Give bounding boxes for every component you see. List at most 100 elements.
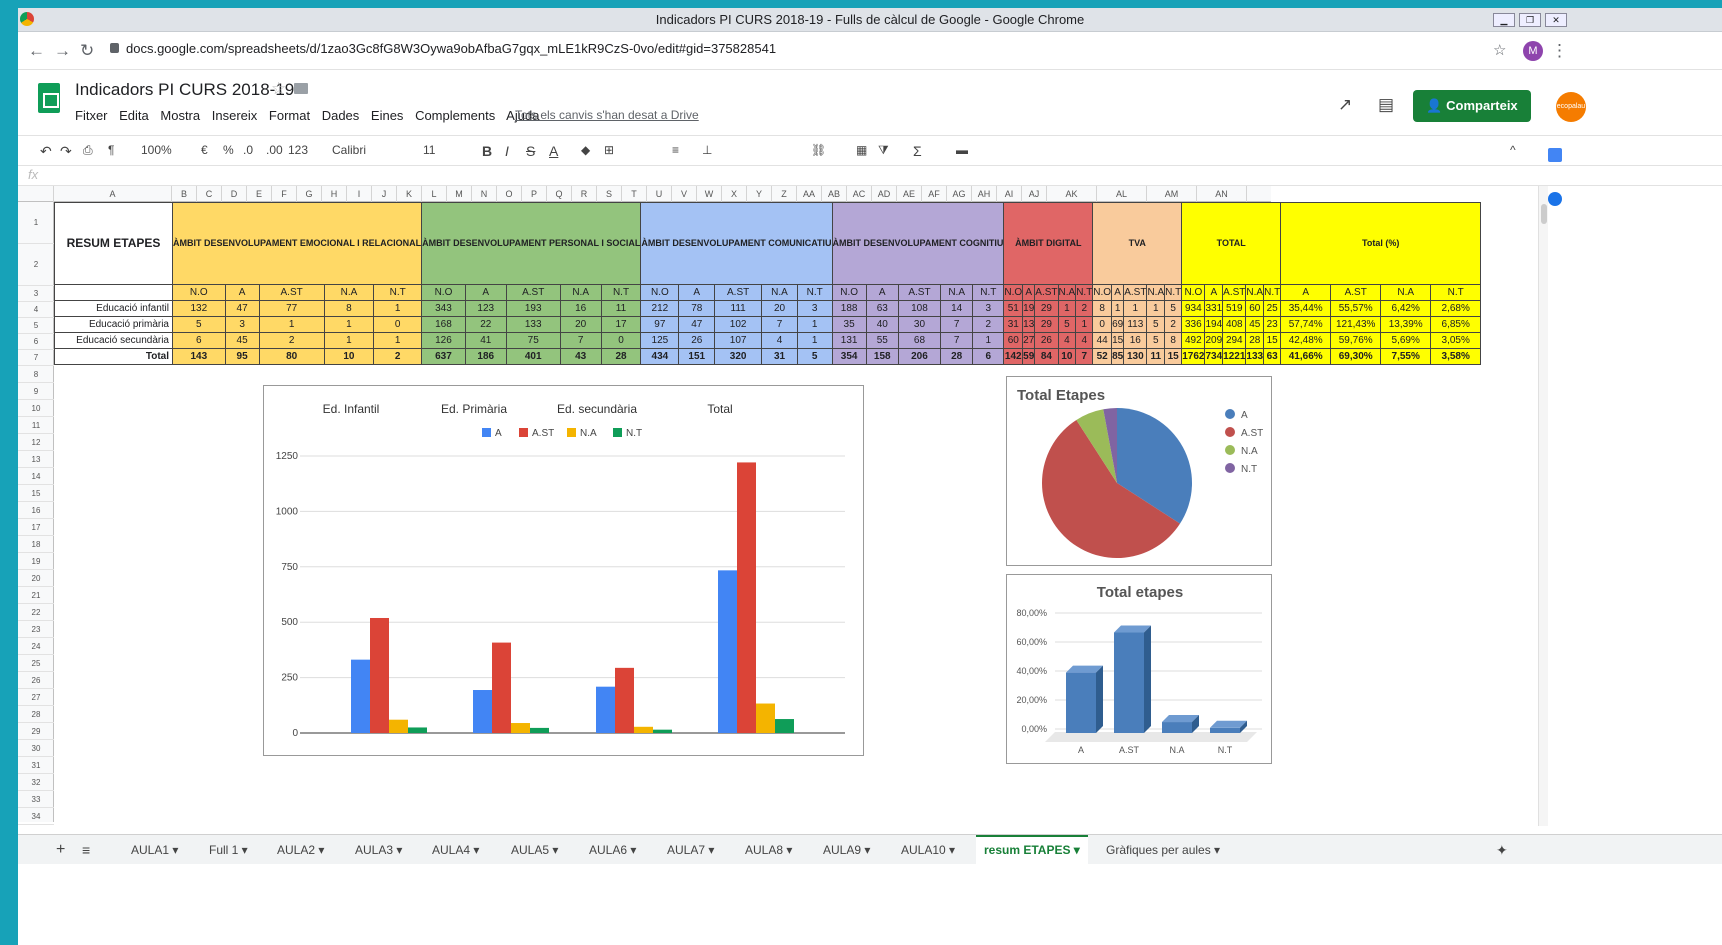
data-cell[interactable]: 84: [1034, 348, 1059, 365]
data-cell[interactable]: 40: [865, 316, 899, 333]
column-header[interactable]: Z: [772, 186, 797, 202]
sheets-logo-icon[interactable]: [38, 83, 60, 113]
collapse-icon[interactable]: ^: [1510, 143, 1516, 157]
column-header[interactable]: K: [397, 186, 422, 202]
row-header[interactable]: 27: [18, 689, 54, 706]
folder-icon[interactable]: [294, 83, 308, 94]
column-header[interactable]: J: [372, 186, 397, 202]
data-cell[interactable]: 85: [1111, 348, 1125, 365]
subheader-cell[interactable]: A.ST: [1222, 284, 1247, 301]
data-cell[interactable]: 30: [897, 316, 942, 333]
row-header[interactable]: 31: [18, 757, 54, 774]
data-cell[interactable]: 401: [505, 348, 561, 365]
subheader-cell[interactable]: N.O: [1003, 284, 1024, 301]
data-cell[interactable]: 28: [940, 348, 974, 365]
sheet-tab[interactable]: AULA9 ▾: [815, 835, 878, 865]
row-header[interactable]: 18: [18, 536, 54, 553]
vertical-scrollbar[interactable]: [1538, 186, 1548, 826]
fill-color-icon[interactable]: ◆: [581, 143, 590, 157]
subheader-cell[interactable]: A: [1022, 284, 1036, 301]
scroll-thumb[interactable]: [1541, 204, 1547, 224]
data-cell[interactable]: 26: [1034, 332, 1059, 349]
column-header[interactable]: I: [347, 186, 372, 202]
data-cell[interactable]: 51: [1003, 300, 1024, 317]
number-format-select[interactable]: 123: [288, 143, 308, 157]
empty-cell[interactable]: [54, 284, 173, 301]
data-cell[interactable]: 31: [1003, 316, 1024, 333]
data-cell[interactable]: 111: [714, 300, 763, 317]
sheet-tab[interactable]: AULA10 ▾: [893, 835, 963, 865]
subheader-cell[interactable]: N.A: [323, 284, 375, 301]
data-cell[interactable]: 4: [1057, 332, 1077, 349]
data-cell[interactable]: 5: [796, 348, 833, 365]
data-cell[interactable]: 6: [972, 348, 1005, 365]
data-cell[interactable]: 142: [1003, 348, 1024, 365]
data-cell[interactable]: 133: [1245, 348, 1265, 365]
subheader-cell[interactable]: N.O: [640, 284, 680, 301]
data-cell[interactable]: 151: [678, 348, 716, 365]
subheader-cell[interactable]: N.A: [1245, 284, 1265, 301]
data-cell[interactable]: 1: [972, 332, 1005, 349]
column-header[interactable]: AL: [1097, 186, 1147, 202]
table-title[interactable]: RESUM ETAPES: [54, 202, 173, 285]
data-cell[interactable]: 331: [1204, 300, 1224, 317]
row-header[interactable]: 20: [18, 570, 54, 587]
column-header[interactable]: E: [247, 186, 272, 202]
column-header[interactable]: R: [572, 186, 597, 202]
column-header[interactable]: AE: [897, 186, 922, 202]
subheader-cell[interactable]: A: [464, 284, 507, 301]
data-cell[interactable]: 193: [505, 300, 561, 317]
data-cell[interactable]: 57,74%: [1280, 316, 1332, 333]
maximize-button[interactable]: ❐: [1519, 13, 1541, 27]
text-color-button[interactable]: A: [549, 143, 558, 159]
data-cell[interactable]: 13,39%: [1380, 316, 1432, 333]
data-cell[interactable]: 44: [1092, 332, 1113, 349]
row-label[interactable]: Educació infantil: [54, 300, 173, 317]
chrome-menu-icon[interactable]: ⋮: [1551, 41, 1568, 61]
subheader-cell[interactable]: N.O: [831, 284, 867, 301]
column-header[interactable]: H: [322, 186, 347, 202]
group-header[interactable]: ÀMBIT DESENVOLUPAMENT EMOCIONAL I RELACI…: [171, 202, 423, 285]
explore-icon[interactable]: ✦: [1488, 835, 1516, 865]
percent-button[interactable]: %: [223, 143, 234, 157]
data-cell[interactable]: 42,48%: [1280, 332, 1332, 349]
increase-decimal-button[interactable]: .00: [266, 143, 283, 157]
data-cell[interactable]: 47: [678, 316, 716, 333]
row-header[interactable]: 3: [18, 286, 54, 302]
data-cell[interactable]: 131: [831, 332, 867, 349]
print-icon[interactable]: ⎙: [83, 143, 93, 158]
data-cell[interactable]: 0: [373, 316, 423, 333]
data-cell[interactable]: 130: [1123, 348, 1148, 365]
total-stages-pie-chart[interactable]: Total Etapes A A.ST N.A N.T: [1006, 376, 1272, 566]
data-cell[interactable]: 1221: [1222, 348, 1247, 365]
sheet-tab[interactable]: AULA5 ▾: [503, 835, 566, 865]
row-header[interactable]: 26: [18, 672, 54, 689]
row-header[interactable]: 30: [18, 740, 54, 757]
functions-button[interactable]: Σ: [913, 143, 922, 159]
calendar-icon[interactable]: [1548, 148, 1562, 162]
data-cell[interactable]: 125: [640, 332, 680, 349]
data-cell[interactable]: 354: [831, 348, 867, 365]
row-header[interactable]: 11: [18, 417, 54, 434]
row-header[interactable]: 24: [18, 638, 54, 655]
data-cell[interactable]: 132: [172, 300, 226, 317]
group-header[interactable]: ÀMBIT DIGITAL: [1003, 202, 1094, 285]
column-header[interactable]: AI: [997, 186, 1022, 202]
data-cell[interactable]: 121,43%: [1330, 316, 1382, 333]
data-cell[interactable]: 3,05%: [1430, 332, 1482, 349]
data-cell[interactable]: 519: [1222, 300, 1247, 317]
subheader-cell[interactable]: N.T: [373, 284, 423, 301]
reload-icon[interactable]: ↻: [80, 41, 94, 61]
column-header[interactable]: AN: [1197, 186, 1247, 202]
data-cell[interactable]: 734: [1204, 348, 1224, 365]
row-header[interactable]: 15: [18, 485, 54, 502]
column-header[interactable]: AJ: [1022, 186, 1047, 202]
data-cell[interactable]: 69,30%: [1330, 348, 1382, 365]
star-icon[interactable]: ☆: [271, 79, 286, 99]
data-cell[interactable]: 45: [224, 332, 260, 349]
subheader-cell[interactable]: N.T: [972, 284, 1005, 301]
data-cell[interactable]: 14: [940, 300, 974, 317]
subheader-cell[interactable]: N.A: [761, 284, 798, 301]
data-cell[interactable]: 1: [323, 316, 375, 333]
data-cell[interactable]: 1: [323, 332, 375, 349]
